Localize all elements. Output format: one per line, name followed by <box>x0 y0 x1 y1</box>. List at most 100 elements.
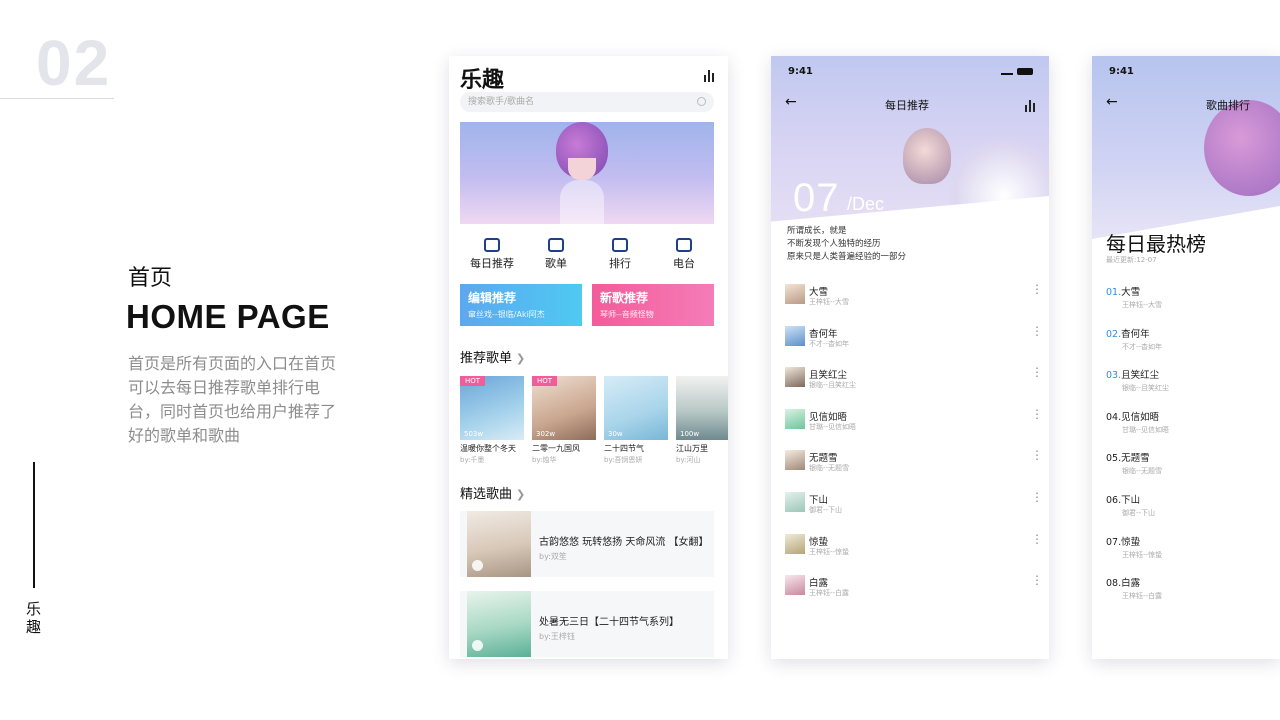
more-icon[interactable]: ⋮ <box>1031 366 1043 378</box>
playlist-card[interactable]: 100w 江山万里 by:河山 <box>676 376 728 465</box>
songs-heading[interactable]: 精选歌曲 ❯ <box>460 483 525 502</box>
more-icon[interactable]: ⋮ <box>1031 408 1043 420</box>
ranking-list: 01.大雪 王梓钰--大雪 02.杳何年 不才--杳如年 03.且笑红尘 银临-… <box>1106 284 1276 617</box>
section-title-en: HOME PAGE <box>126 298 330 335</box>
ranking-title: 每日最热榜 <box>1106 232 1206 256</box>
nav-title: 歌曲排行 <box>1206 99 1250 112</box>
rank-number: 08. <box>1106 578 1122 590</box>
rank-number: 07. <box>1106 536 1122 548</box>
playlist-row: HOT 503w 温暖你整个冬天 by:千墨 HOT 302w 二零一九国风 b… <box>460 376 728 465</box>
daily-recommend-screen: 9:41 ← 每日推荐 07 /Dec 所谓成长，就是 不断发现个人独特的经历 … <box>771 56 1049 659</box>
playlists-heading[interactable]: 推荐歌单 ❯ <box>460 347 525 366</box>
song-row[interactable]: 见信如晤 甘璐--见信如晤 ⋮ <box>785 408 1043 451</box>
ranking-updated: 最近更新:12-07 <box>1106 256 1157 264</box>
rank-number: 05. <box>1106 453 1122 465</box>
song-row[interactable]: 惊蛰 王梓钰--惊蛰 ⋮ <box>785 533 1043 576</box>
ranking-row[interactable]: 04.见信如晤 甘璐--见信如晤 <box>1106 409 1276 451</box>
hot-badge: HOT <box>532 376 558 386</box>
date-day: 07 <box>793 176 840 220</box>
playlist-card[interactable]: 30w 二十四节气 by:吾悯恩妍 <box>604 376 668 465</box>
category-ranking[interactable]: 排行 <box>588 238 652 271</box>
equalizer-icon[interactable] <box>704 70 714 82</box>
search-placeholder: 搜索歌手/歌曲名 <box>468 97 535 107</box>
rank-number: 06. <box>1106 494 1122 506</box>
hero-banner[interactable] <box>460 122 714 224</box>
divider <box>0 98 114 99</box>
equalizer-icon[interactable] <box>1025 100 1035 112</box>
song-thumb <box>785 491 805 512</box>
search-input[interactable]: 搜索歌手/歌曲名 <box>460 92 714 112</box>
app-title: 乐趣 <box>460 68 505 93</box>
rank-number: 02. <box>1106 328 1122 340</box>
battery-icon <box>1017 67 1033 75</box>
category-daily[interactable]: 每日推荐 <box>460 238 524 271</box>
playlist-icon <box>548 238 564 252</box>
rank-number: 01. <box>1106 287 1122 298</box>
brand-vertical-text: 乐趣 <box>26 600 42 636</box>
daily-song-list: 大雪 王梓钰--大雪 ⋮ 杳何年 不才--杳如年 ⋮ 且笑红尘 银临--且笑红尘… <box>785 283 1043 617</box>
ranking-row[interactable]: 03.且笑红尘 银临--且笑红尘 <box>1106 367 1276 409</box>
playlist-card[interactable]: HOT 503w 温暖你整个冬天 by:千墨 <box>460 376 524 465</box>
song-row[interactable]: 大雪 王梓钰--大雪 ⋮ <box>785 283 1043 326</box>
song-cover <box>467 591 531 657</box>
song-row[interactable]: 下山 御君--下山 ⋮ <box>785 491 1043 534</box>
song-thumb <box>785 533 805 554</box>
new-songs-card[interactable]: 新歌推荐 琴师--音频怪物 <box>592 284 714 326</box>
status-time: 9:41 <box>788 66 813 77</box>
category-nav: 每日推荐 歌单 排行 电台 <box>460 238 716 271</box>
play-count: 503w <box>464 430 484 438</box>
date-month: /Dec <box>847 194 885 214</box>
play-icon[interactable] <box>472 640 483 651</box>
play-icon[interactable] <box>472 560 483 571</box>
category-radio[interactable]: 电台 <box>652 238 716 271</box>
ranking-row[interactable]: 06.下山 御君--下山 <box>1106 492 1276 534</box>
song-thumb <box>785 450 805 471</box>
song-thumb <box>785 367 805 388</box>
playlist-card[interactable]: HOT 302w 二零一九国风 by:烛华 <box>532 376 596 465</box>
radio-icon <box>676 238 692 252</box>
more-icon[interactable]: ⋮ <box>1031 449 1043 461</box>
song-thumb <box>785 408 805 429</box>
status-icons <box>1001 67 1033 75</box>
back-arrow-icon[interactable]: ← <box>1106 94 1118 110</box>
section-title-cn: 首页 <box>128 266 173 291</box>
ranking-row[interactable]: 08.白露 王梓钰--白露 <box>1106 575 1276 617</box>
search-icon[interactable] <box>697 97 706 106</box>
play-count: 30w <box>608 430 623 438</box>
more-icon[interactable]: ⋮ <box>1031 283 1043 295</box>
nav-title: 每日推荐 <box>885 99 929 112</box>
song-row[interactable]: 且笑红尘 银临--且笑红尘 ⋮ <box>785 366 1043 409</box>
status-time: 9:41 <box>1109 66 1134 77</box>
ranking-row[interactable]: 02.杳何年 不才--杳如年 <box>1106 326 1276 368</box>
more-icon[interactable]: ⋮ <box>1031 574 1043 586</box>
song-row[interactable]: 杳何年 不才--杳如年 ⋮ <box>785 325 1043 368</box>
more-icon[interactable]: ⋮ <box>1031 491 1043 503</box>
ranking-row[interactable]: 05.无题雪 银临--无题雪 <box>1106 450 1276 492</box>
signal-icon <box>1001 67 1013 75</box>
song-row[interactable]: 无题雪 银临--无题雪 ⋮ <box>785 449 1043 492</box>
play-count: 302w <box>536 430 556 438</box>
ranking-row[interactable]: 07.惊蛰 王梓钰--惊蛰 <box>1106 534 1276 576</box>
quote: 所谓成长，就是 不断发现个人独特的经历 原来只是人类普遍经验的一部分 <box>787 226 907 262</box>
chevron-right-icon: ❯ <box>516 488 526 501</box>
ranking-row[interactable]: 01.大雪 王梓钰--大雪 <box>1106 284 1276 326</box>
rank-number: 03. <box>1106 370 1122 382</box>
song-thumb <box>785 325 805 346</box>
song-card[interactable]: 古韵悠悠 玩转悠扬 天命风流 【女翻】 by:双笙 <box>460 511 714 577</box>
more-icon[interactable]: ⋮ <box>1031 325 1043 337</box>
category-playlist[interactable]: 歌单 <box>524 238 588 271</box>
song-thumb <box>785 284 805 304</box>
chevron-right-icon: ❯ <box>516 352 526 365</box>
song-card[interactable]: 处暑无三日【二十四节气系列】 by:王梓钰 <box>460 591 714 657</box>
calendar-icon <box>484 238 500 252</box>
featured-songs: 古韵悠悠 玩转悠扬 天命风流 【女翻】 by:双笙 处暑无三日【二十四节气系列】… <box>460 511 714 659</box>
play-count: 100w <box>680 430 700 438</box>
bookmark-icon <box>612 238 628 252</box>
more-icon[interactable]: ⋮ <box>1031 533 1043 545</box>
song-row[interactable]: 白露 王梓钰--白露 ⋮ <box>785 574 1043 617</box>
editor-pick-card[interactable]: 编辑推荐 窜丝戏--银临/Aki阿杰 <box>460 284 582 326</box>
section-description: 首页是所有页面的入口在首页可以去每日推荐歌单排行电台，同时首页也给用户推荐了好的… <box>128 354 337 445</box>
back-arrow-icon[interactable]: ← <box>785 94 797 110</box>
song-cover <box>467 511 531 577</box>
home-screen: 乐趣 搜索歌手/歌曲名 每日推荐 歌单 排行 电台 编辑推荐 窜丝戏--银临/A… <box>449 56 728 659</box>
